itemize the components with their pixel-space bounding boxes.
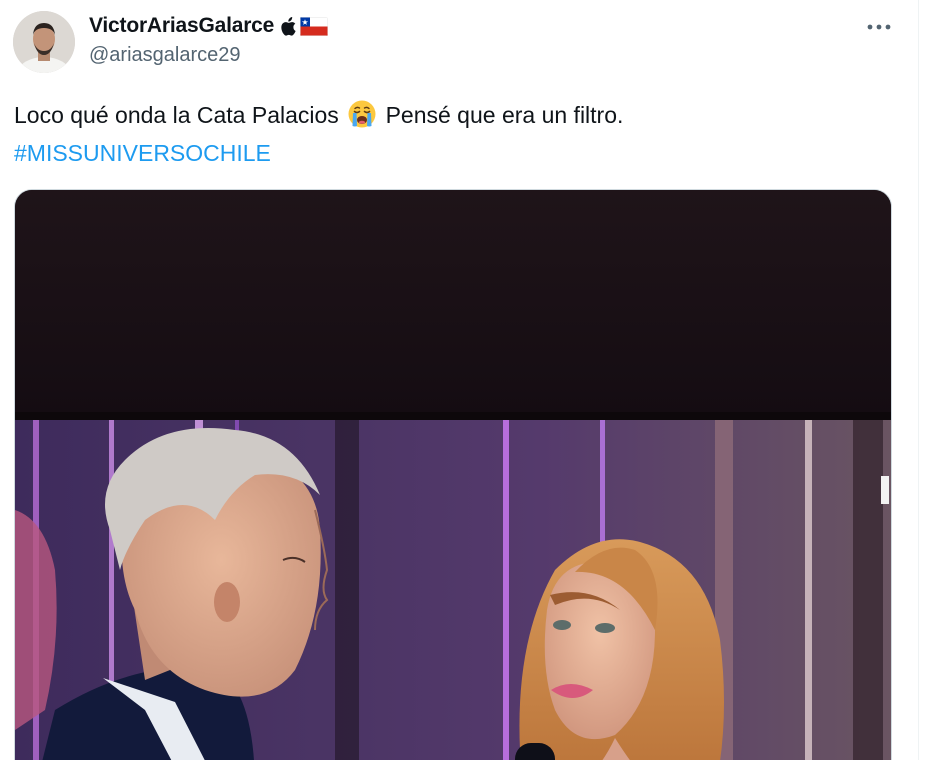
more-options-button[interactable] <box>862 12 896 42</box>
author-handle[interactable]: @ariasgalarce29 <box>89 44 241 67</box>
tweet-photo[interactable] <box>14 189 892 760</box>
chile-flag-icon <box>300 16 329 36</box>
author-display-name[interactable]: VictorAriasGalarce <box>89 14 274 38</box>
loudly-crying-face-icon <box>346 98 378 130</box>
tweet-card[interactable]: VictorAriasGalarce @ariasgalarce29 Loco … <box>0 0 918 760</box>
tweet-text-part2: Pensé que era un filtro. <box>379 102 624 128</box>
timeline-divider <box>918 0 919 760</box>
more-dots-icon <box>867 24 891 30</box>
tweet-text-part1: Loco qué onda la Cata Palacios <box>14 102 346 128</box>
tweet-text: Loco qué onda la Cata Palacios Pensé que… <box>14 96 894 172</box>
avatar[interactable] <box>13 11 75 73</box>
hashtag-link[interactable]: #MISSUNIVERSOCHILE <box>14 140 271 166</box>
author-name-row[interactable]: VictorAriasGalarce <box>89 11 329 41</box>
apple-icon <box>280 16 296 36</box>
